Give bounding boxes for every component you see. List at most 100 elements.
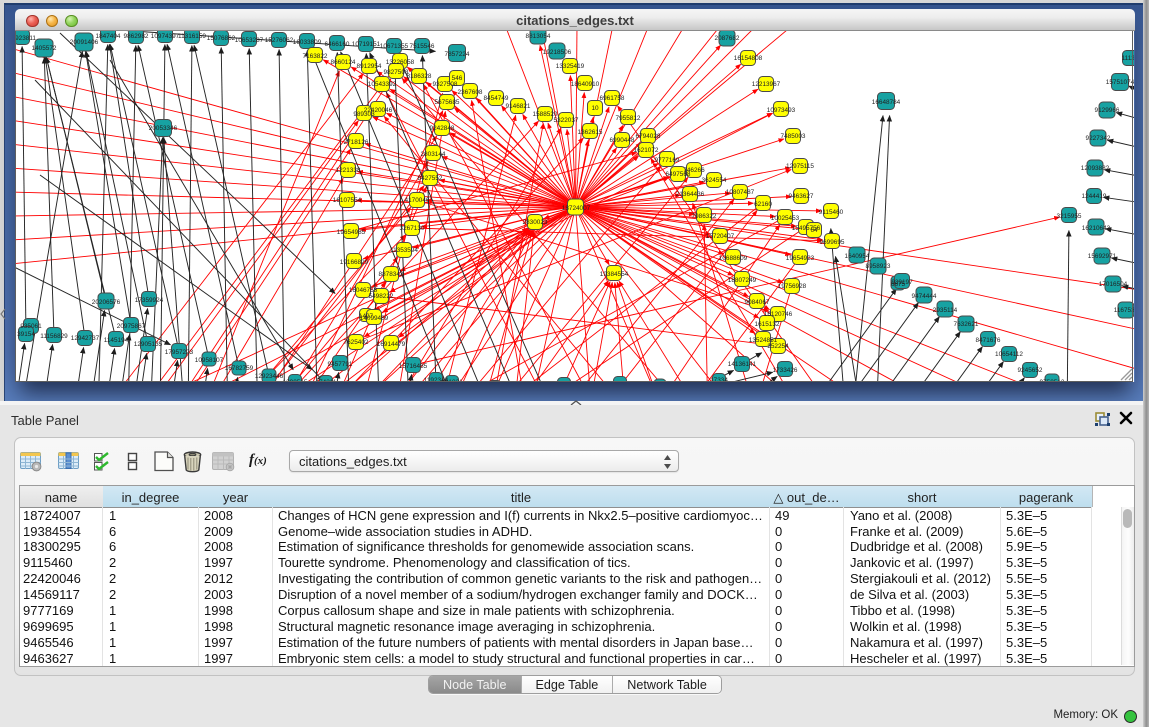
svg-text:7163822: 7163822 [303,53,328,60]
svg-text:17359924: 17359924 [135,297,164,304]
svg-text:12975115: 12975115 [786,163,814,170]
svg-text:16107554: 16107554 [333,197,362,204]
svg-text:2935114: 2935114 [933,307,958,314]
svg-text:21364436: 21364436 [676,191,705,198]
svg-text:989303: 989303 [353,111,375,118]
svg-text:3267130: 3267130 [400,225,425,232]
svg-text:9463627: 9463627 [789,193,814,200]
svg-text:10688609: 10688609 [719,255,748,262]
svg-text:2803144: 2803144 [421,151,446,158]
svg-text:935061: 935061 [20,323,42,330]
svg-text:17957223: 17957223 [165,349,194,356]
svg-text:7986322: 7986322 [692,213,717,220]
svg-text:8471676: 8471676 [976,337,1001,344]
svg-text:1621072: 1621072 [634,147,659,154]
svg-text:16033809: 16033809 [293,39,322,46]
svg-text:9750512: 9750512 [1040,379,1065,382]
svg-text:8454749: 8454749 [484,95,509,102]
svg-text:18724007: 18724007 [562,205,591,212]
svg-text:11316159: 11316159 [178,33,206,40]
svg-text:10653287: 10653287 [235,37,264,44]
svg-text:9862982: 9862982 [124,33,149,40]
svg-text:18640910: 18640910 [571,81,600,88]
svg-text:9227342: 9227342 [1086,135,1111,142]
svg-text:11353594: 11353594 [390,247,418,254]
svg-text:4170046: 4170046 [405,197,430,204]
svg-text:96102: 96102 [611,381,629,382]
svg-text:9777169: 9777169 [655,157,680,164]
svg-text:1145194: 1145194 [104,337,129,344]
svg-text:15716485: 15716485 [399,363,428,370]
svg-text:8958923: 8958923 [866,263,891,270]
svg-text:20053346: 20053346 [149,125,178,132]
svg-text:5675685: 5675685 [435,99,460,106]
svg-text:9115460: 9115460 [819,209,844,216]
svg-text:6961758: 6961758 [600,95,625,102]
svg-text:15276062: 15276062 [265,37,294,44]
svg-text:10974397: 10974397 [151,33,180,40]
svg-text:1244419: 1244419 [1082,193,1107,200]
svg-text:20091406: 20091406 [70,39,99,46]
svg-text:161102: 161102 [554,381,575,382]
svg-text:19654985: 19654985 [337,229,366,236]
svg-text:9699695: 9699695 [820,239,845,246]
svg-text:10654112: 10654112 [995,351,1023,358]
svg-text:9084067: 9084067 [745,299,770,306]
svg-text:10671355: 10671355 [380,43,409,50]
svg-text:10543392: 10543392 [368,81,397,88]
svg-text:6990448: 6990448 [610,137,635,144]
svg-text:9242848: 9242848 [430,125,455,132]
svg-text:14099489: 14099489 [360,315,389,322]
svg-text:9474444: 9474444 [912,293,937,300]
svg-text:1290515: 1290515 [283,379,308,382]
svg-text:6794028: 6794028 [636,133,661,140]
svg-text:16154808: 16154808 [734,55,763,62]
svg-text:17334: 17334 [710,377,728,382]
svg-text:10973493: 10973493 [767,107,796,114]
svg-text:8912954: 8912954 [357,63,382,70]
svg-text:19218506: 19218506 [543,49,572,56]
svg-text:8186328: 8186328 [407,73,432,80]
svg-text:13325419: 13325419 [556,63,585,70]
svg-text:8427552: 8427552 [418,175,443,182]
svg-text:17016504: 17016504 [1099,281,1128,288]
svg-text:20975867: 20975867 [117,323,146,330]
svg-text:8878342: 8878342 [379,271,404,278]
svg-text:10025453: 10025453 [771,215,800,222]
svg-text:2087682: 2087682 [715,35,740,42]
svg-text:9457791: 9457791 [328,361,353,368]
svg-text:2718126: 2718126 [344,139,369,146]
svg-text:12923446: 12923446 [255,373,284,380]
svg-text:8660124: 8660124 [331,59,356,66]
svg-text:9327508: 9327508 [433,81,458,88]
svg-text:10: 10 [591,105,599,112]
svg-text:11156829: 11156829 [40,333,68,340]
svg-text:7632621: 7632621 [954,321,979,328]
svg-text:6497568: 6497568 [666,171,691,178]
svg-text:12093882: 12093882 [1081,165,1110,172]
svg-text:5322037: 5322037 [554,117,579,124]
svg-text:16782759: 16782759 [225,365,254,372]
svg-text:14136141: 14136141 [728,361,757,368]
svg-text:1167533: 1167533 [1114,307,1134,314]
svg-text:15751074: 15751074 [1106,79,1134,86]
svg-text:62160: 62160 [754,201,772,208]
svg-text:7857224: 7857224 [445,51,470,58]
svg-text:174311: 174311 [316,379,337,382]
svg-text:16120746: 16120746 [764,311,793,318]
svg-text:9146821: 9146821 [506,103,531,110]
svg-text:16648784: 16648784 [872,99,901,106]
svg-text:7515546: 7515546 [410,43,435,50]
svg-text:2367608: 2367608 [458,89,483,96]
svg-text:13226058: 13226058 [386,59,415,66]
svg-text:15720407: 15720407 [706,233,735,240]
svg-text:3624554: 3624554 [702,177,727,184]
svg-text:19654923: 19654923 [786,255,815,262]
svg-text:20206576: 20206576 [92,299,121,306]
svg-text:19756928: 19756928 [778,283,807,290]
svg-text:939197: 939197 [891,279,913,286]
svg-text:39154: 39154 [17,331,35,338]
svg-text:12942737: 12942737 [71,335,100,342]
svg-text:10807487: 10807487 [726,189,755,196]
svg-text:8813054: 8813054 [526,33,551,40]
